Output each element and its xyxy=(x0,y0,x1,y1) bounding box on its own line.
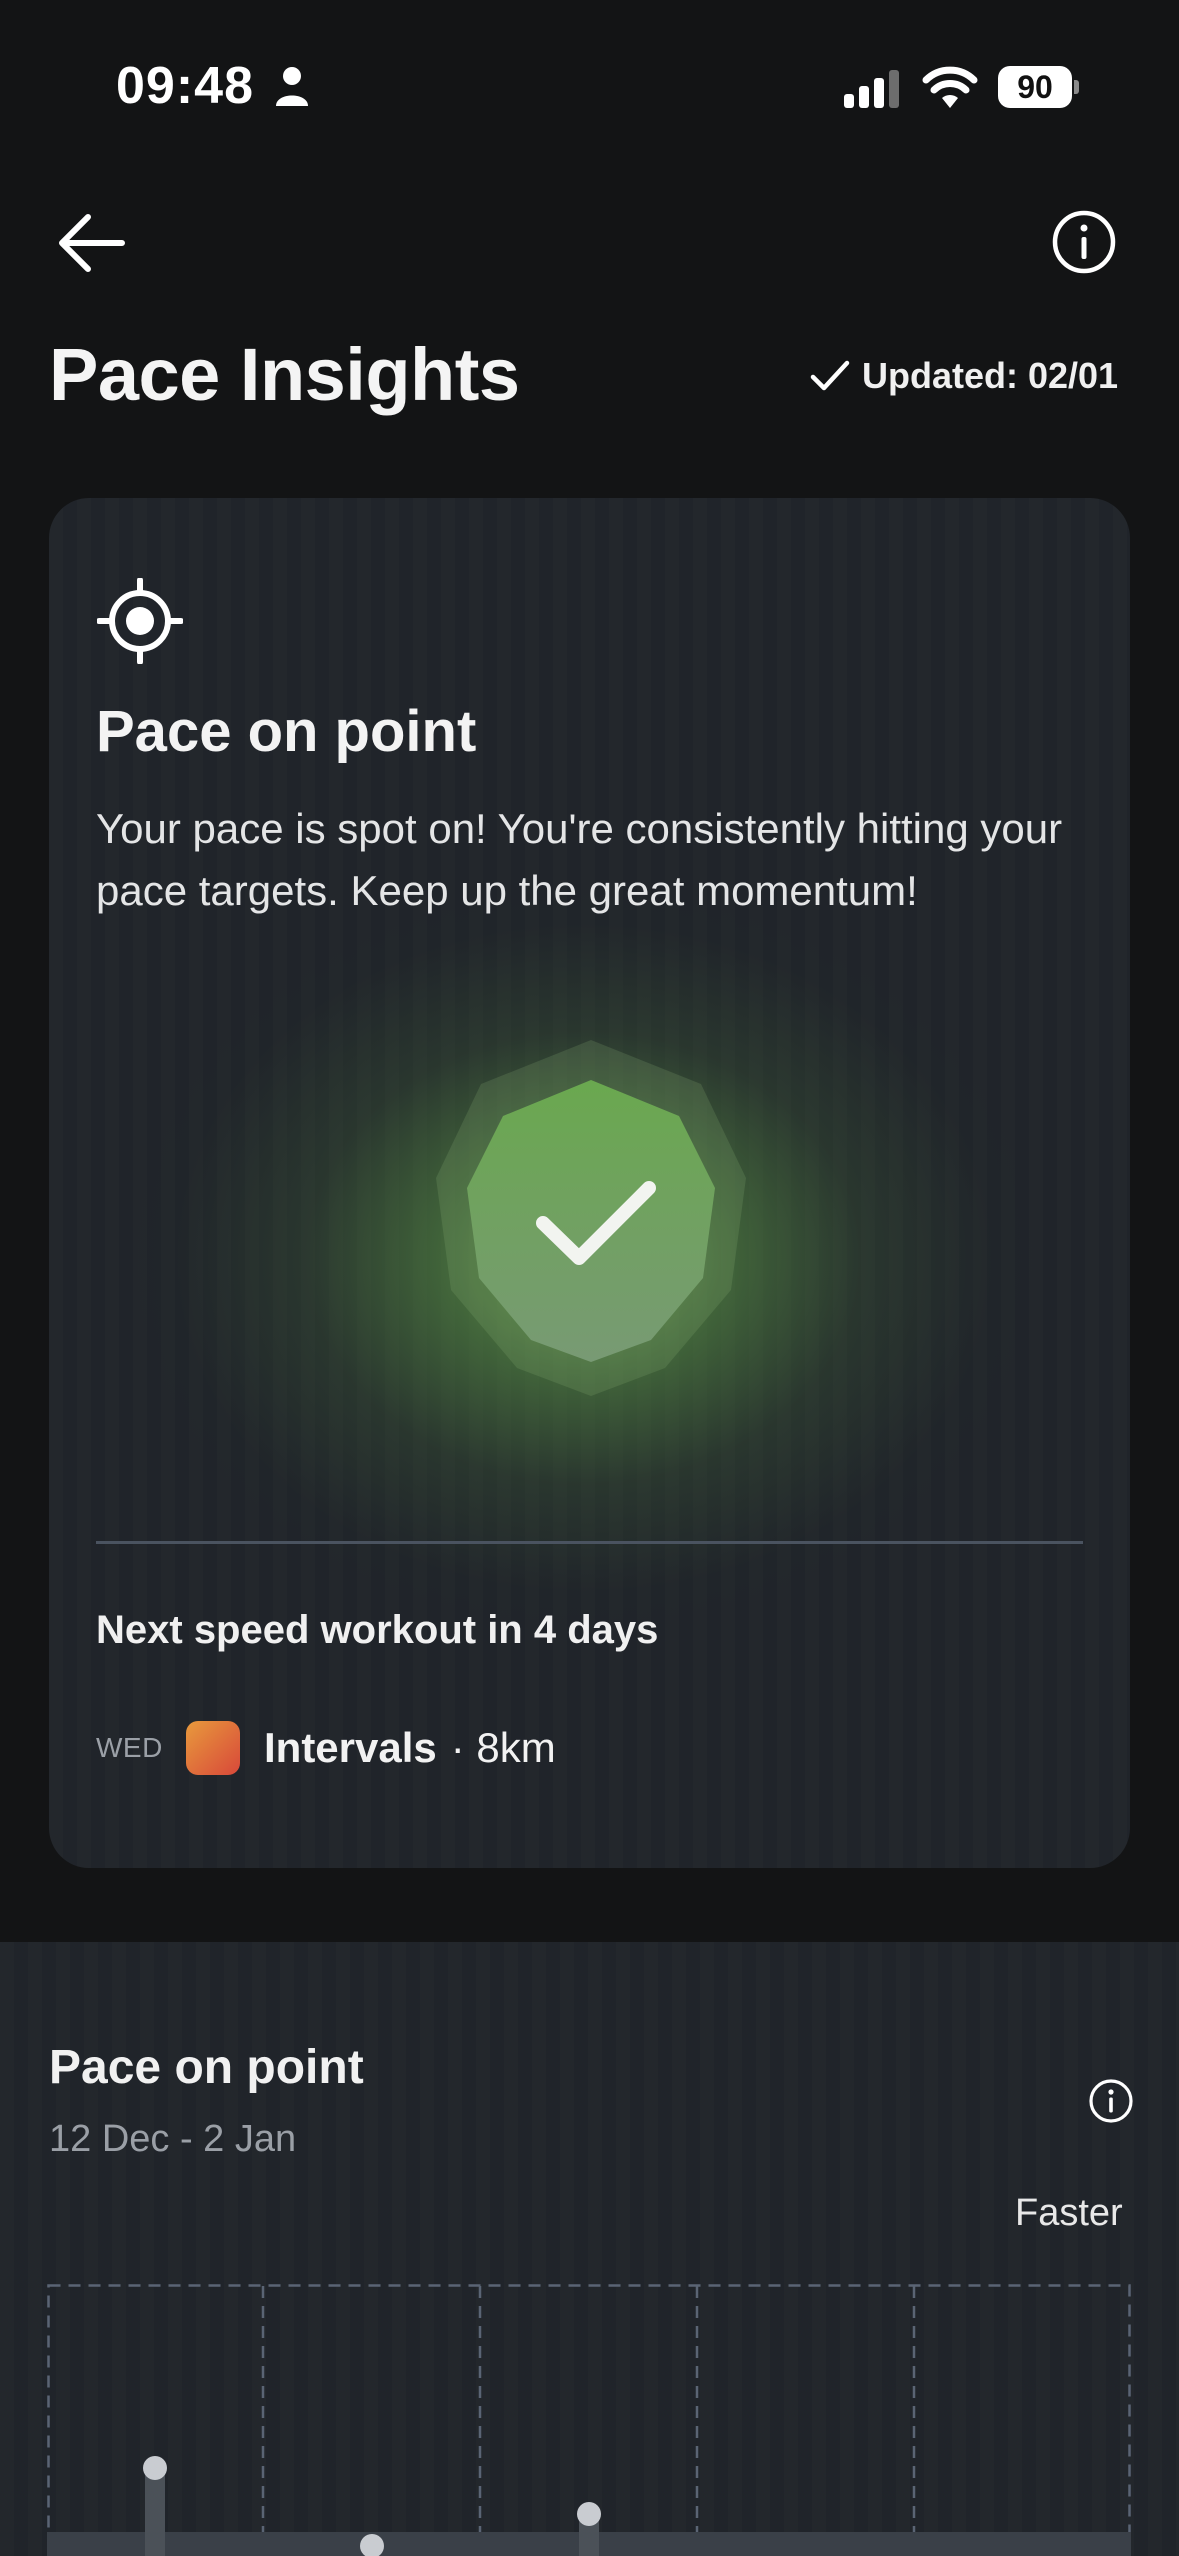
pace-point xyxy=(577,2502,601,2526)
card-divider xyxy=(96,1541,1083,1544)
updated-status: Updated: 02/01 xyxy=(810,355,1118,397)
success-check-badge xyxy=(436,1040,746,1396)
pace-insight-card: Pace on point Your pace is spot on! You'… xyxy=(49,498,1130,1868)
wifi-icon xyxy=(922,66,978,108)
section-title: Pace on point xyxy=(49,2041,364,2094)
workout-name: Intervals xyxy=(264,1724,437,1771)
workout-item[interactable]: WED Intervals · 8km xyxy=(96,1720,556,1776)
battery-cap xyxy=(1074,80,1079,94)
checkmark-icon xyxy=(810,360,850,391)
status-time: 09:48 xyxy=(116,57,254,115)
person-icon xyxy=(276,67,308,106)
info-icon[interactable] xyxy=(1050,208,1118,276)
card-description: Your pace is spot on! You're consistentl… xyxy=(96,805,1063,914)
workout-day: WED xyxy=(96,1732,163,1763)
card-title: Pace on point xyxy=(96,699,477,764)
pace-chart-section: Pace on point 12 Dec - 2 Jan Faster xyxy=(0,1942,1179,2556)
battery-level: 90 xyxy=(998,66,1072,108)
battery-indicator: 90 xyxy=(998,66,1079,108)
status-bar: 09:48 90 xyxy=(0,0,1179,170)
section-date-range: 12 Dec - 2 Jan xyxy=(49,2118,297,2160)
pace-stem xyxy=(145,2470,165,2556)
updated-text: Updated: 02/01 xyxy=(862,355,1119,396)
next-workout-label: Next speed workout in 4 days xyxy=(96,1608,659,1652)
faster-axis-label: Faster xyxy=(1015,2192,1123,2234)
back-arrow-icon[interactable] xyxy=(52,206,132,280)
info-icon[interactable] xyxy=(1088,2078,1134,2124)
target-icon xyxy=(97,578,183,664)
workout-distance: · 8km xyxy=(450,1724,556,1771)
cellular-signal-icon xyxy=(844,70,899,108)
pace-chart xyxy=(47,2284,1131,2556)
workout-color-swatch xyxy=(186,1721,240,1775)
pace-point xyxy=(143,2456,167,2480)
page-title: Pace Insights xyxy=(49,333,520,416)
